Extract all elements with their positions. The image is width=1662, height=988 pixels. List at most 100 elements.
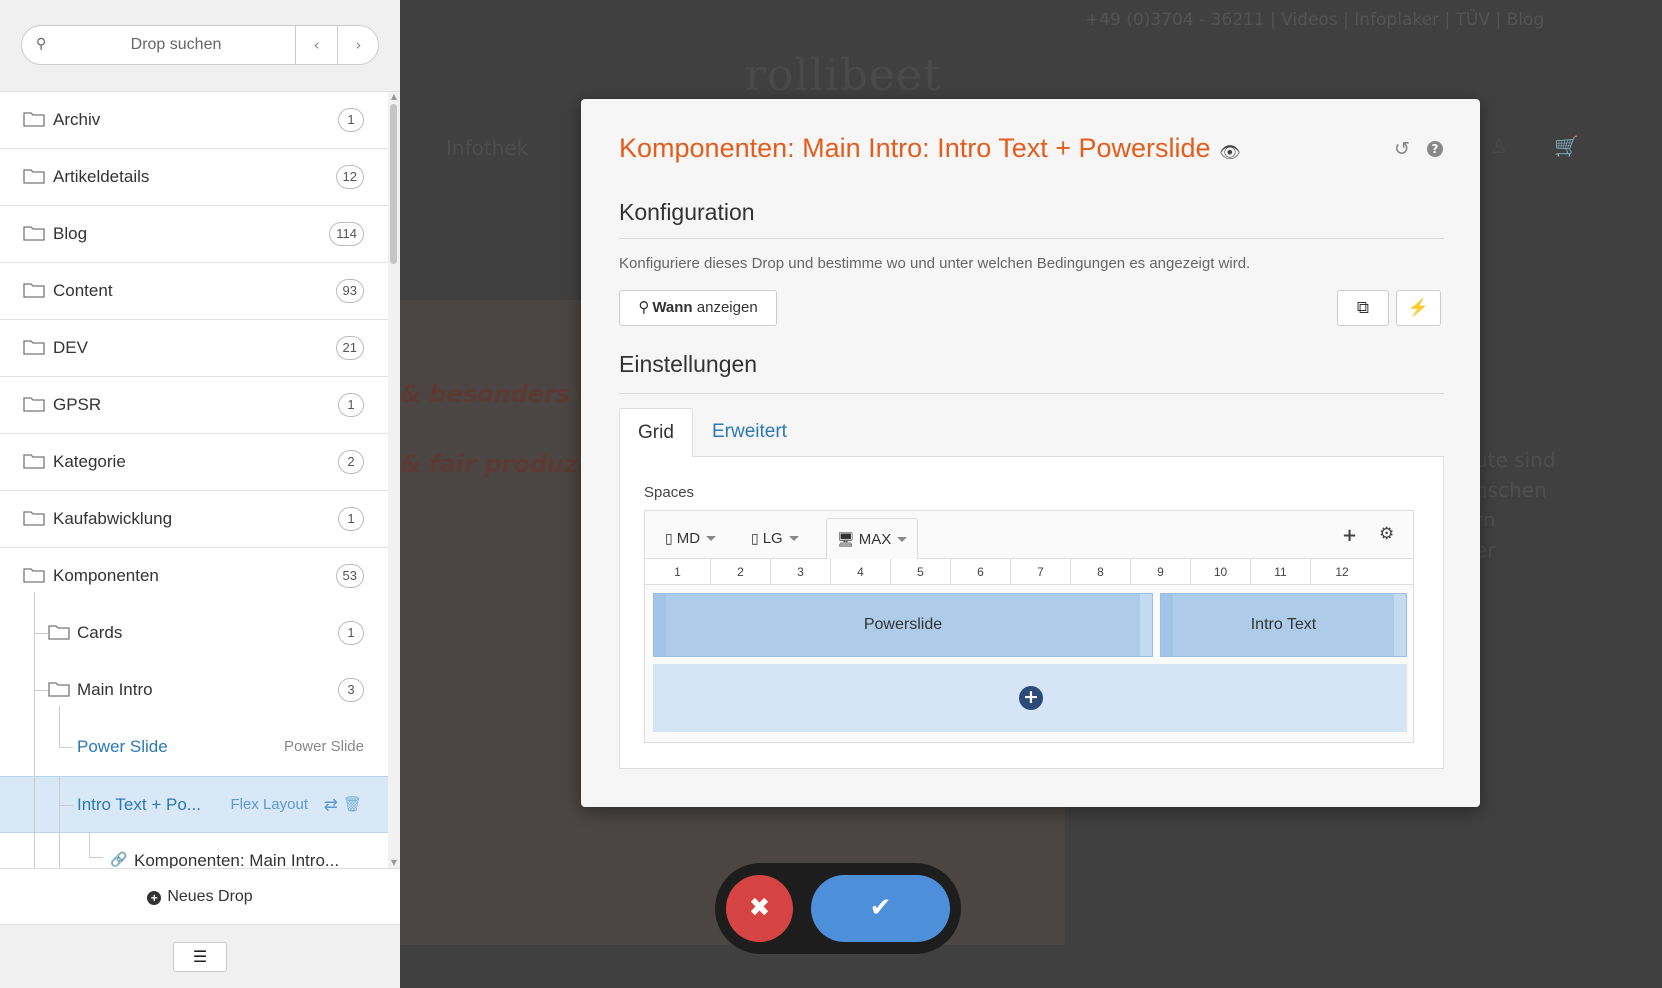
scroll-down-arrow[interactable]: ▼ [389, 858, 399, 868]
tree-folder[interactable]: Blog 114 [0, 206, 388, 263]
tree-folder-label: Kategorie [53, 452, 126, 471]
help-icon[interactable]: ? [1427, 141, 1443, 157]
folder-open-icon [23, 568, 45, 583]
section-divider [619, 393, 1444, 394]
grid-item-label: Powerslide [863, 616, 943, 633]
bg-link: TÜV [1455, 10, 1491, 30]
tree-folder-label: Blog [53, 224, 88, 243]
breakpoint-label: MD [676, 530, 701, 547]
desktop-icon: 🖥 [837, 531, 855, 547]
cancel-button[interactable]: ✖ [726, 875, 793, 942]
add-row-area[interactable]: + [653, 664, 1407, 732]
scrollbar-thumb[interactable] [390, 104, 397, 264]
count-badge: 53 [335, 564, 364, 588]
gear-icon[interactable]: ⚙ [1379, 524, 1394, 544]
bg-hero-text: & besonders st [400, 380, 605, 408]
column-number: 7 [1011, 559, 1071, 585]
tree-folder[interactable]: Kaufabwicklung 1 [0, 491, 388, 548]
tree-scrollbar[interactable]: ▲ ▼ [388, 92, 400, 868]
folder-icon [23, 112, 45, 127]
folder-icon [23, 226, 45, 241]
bolt-button[interactable]: ⚡ [1396, 290, 1441, 326]
tree-folder-cards[interactable]: Cards 1 [0, 592, 388, 662]
tree-folder[interactable]: GPSR 1 [0, 377, 388, 434]
search-area: ⚲ ‹ › [0, 0, 400, 92]
grid-item-intro-text[interactable]: Intro Text [1160, 593, 1407, 657]
breakpoint-label: LG [762, 530, 783, 547]
tree-connector [34, 833, 35, 868]
column-number: 8 [1071, 559, 1131, 585]
spaces-label: Spaces [644, 484, 695, 501]
caret-down-icon [788, 536, 799, 541]
bg-link: Videos [1281, 10, 1338, 30]
section-heading-einstellungen: Einstellungen [619, 351, 758, 377]
search-icon: ⚲ [36, 36, 47, 52]
resize-handle-right[interactable] [1140, 594, 1152, 656]
new-drop-label: Neues Drop [167, 888, 253, 905]
grid-item-label: Intro Text [1250, 616, 1317, 633]
count-badge: 1 [338, 108, 364, 132]
close-icon: ✖ [748, 893, 771, 923]
tree-linked-drop[interactable]: 🔗 Komponenten: Main Intro... [0, 833, 388, 868]
tree-folder-label: Kaufabwicklung [53, 509, 173, 528]
trash-icon[interactable]: 🗑 [343, 795, 362, 813]
tree-folder-label: Content [53, 281, 113, 300]
section-divider [619, 238, 1444, 239]
eye-icon[interactable]: 👁 [1219, 143, 1241, 163]
scroll-up-arrow[interactable]: ▲ [389, 92, 399, 102]
plus-circle-icon[interactable]: + [1019, 686, 1043, 710]
search-input[interactable] [58, 26, 294, 64]
breakpoint-tab-md[interactable]: ▯ MD [655, 518, 726, 559]
count-badge: 1 [338, 507, 364, 531]
tree-folder[interactable]: Content 93 [0, 263, 388, 320]
caret-down-icon [706, 536, 717, 541]
caret-down-icon [897, 537, 908, 542]
new-drop-button[interactable]: + Neues Drop [0, 868, 400, 925]
breakpoint-tab-max[interactable]: 🖥 MAX [826, 518, 919, 560]
search-prev-button[interactable]: ‹ [295, 26, 337, 64]
column-number: 4 [831, 559, 891, 585]
drop-config-modal: Komponenten: Main Intro: Intro Text + Po… [581, 99, 1480, 807]
tree-folder-label: DEV [53, 338, 88, 357]
tree-connector [59, 747, 73, 748]
check-icon: ✔ [869, 893, 892, 923]
tab-erweitert[interactable]: Erweitert [694, 408, 805, 457]
map-pin-icon: ⚲ [638, 299, 650, 316]
tree-connector [59, 833, 60, 868]
resize-handle-left[interactable] [654, 594, 666, 656]
search-next-button[interactable]: › [337, 26, 378, 64]
bg-logo: rollibeet [745, 50, 942, 101]
user-icon: ♙ [1490, 134, 1508, 158]
resize-handle-right[interactable] [1394, 594, 1406, 656]
reset-icon[interactable]: ↺ [1394, 138, 1410, 160]
tree-connector [34, 690, 35, 776]
bg-nav-item: Infothek [446, 136, 529, 160]
list-view-button[interactable]: ☰ [173, 942, 227, 972]
tree-folder[interactable]: Artikeldetails 12 [0, 149, 388, 206]
count-badge: 2 [338, 450, 364, 474]
shuffle-icon[interactable]: ⇄ [324, 795, 338, 815]
crop-icon: ⧉ [1356, 298, 1370, 317]
add-icon[interactable]: + [1342, 525, 1357, 546]
confirm-button[interactable]: ✔ [811, 875, 950, 942]
tree-folder[interactable]: Archiv 1 [0, 92, 388, 149]
folder-icon [23, 169, 45, 184]
column-number: 2 [711, 559, 771, 585]
column-number: 11 [1251, 559, 1311, 585]
tab-grid[interactable]: Grid [619, 408, 693, 458]
tree-folder[interactable]: DEV 21 [0, 320, 388, 377]
resize-handle-left[interactable] [1161, 594, 1173, 656]
tree-folder-label: Komponenten [53, 566, 159, 585]
column-header: 1 2 3 4 5 6 7 8 9 10 11 12 [645, 559, 1413, 585]
bg-phone: +49 (0)3704 - 36211 [1085, 10, 1265, 30]
tree-folder-komponenten[interactable]: Komponenten 53 [0, 548, 388, 605]
count-badge: 1 [338, 393, 364, 417]
crop-button[interactable]: ⧉ [1337, 290, 1389, 326]
tree-drop-power-slide[interactable]: Power Slide Power Slide [0, 690, 388, 776]
tree-drop-intro-text[interactable]: Intro Text + Po... Flex Layout ⇄ 🗑 [0, 776, 388, 833]
breakpoint-tab-lg[interactable]: ▯ LG [741, 518, 809, 559]
tree-folder[interactable]: Kategorie 2 [0, 434, 388, 491]
when-to-show-button[interactable]: ⚲ Wann anzeigen [619, 290, 777, 326]
bg-header-icons: ♙ 🛒 [1490, 134, 1619, 158]
grid-item-powerslide[interactable]: Powerslide [653, 593, 1153, 657]
